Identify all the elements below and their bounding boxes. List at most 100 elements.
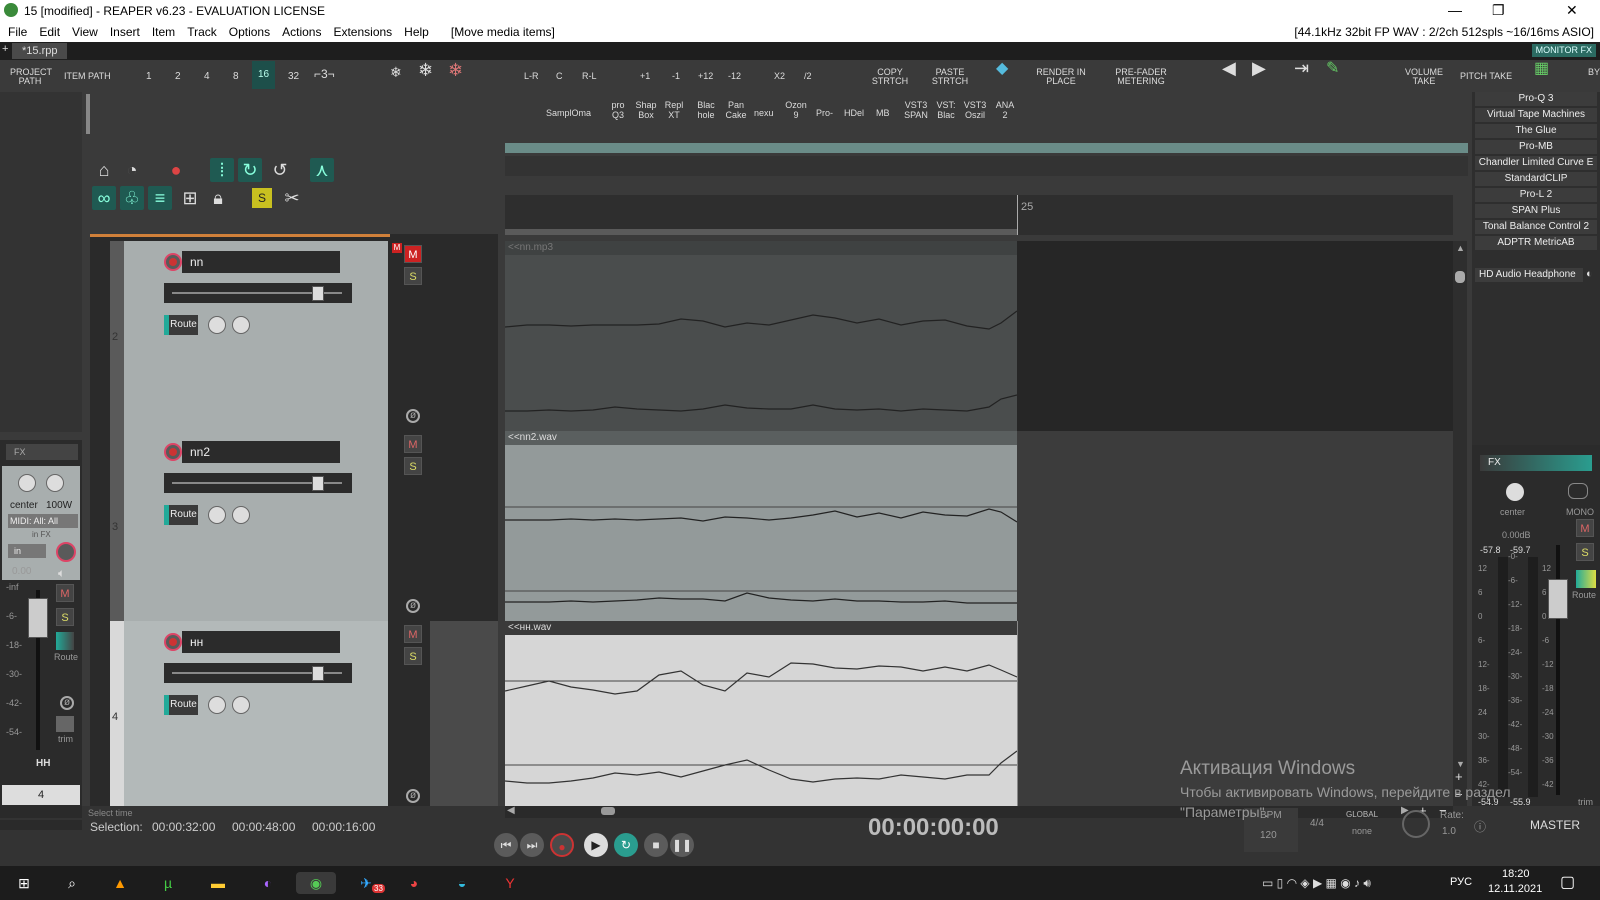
output-knob-icon[interactable]: ◐	[1586, 268, 1593, 280]
yandex-icon[interactable]: Y	[498, 872, 522, 894]
track-name[interactable]: nn	[182, 251, 340, 273]
link-icon[interactable]: ∞	[92, 186, 116, 210]
master-fx-button[interactable]: FX	[1480, 455, 1592, 471]
grid-2-button[interactable]: 2	[175, 72, 181, 82]
track-name[interactable]: нн	[182, 631, 340, 653]
plugin-span[interactable]: VST3 SPAN	[902, 100, 930, 120]
pre-fader-metering-button[interactable]: PRE-FADER METERING	[1112, 68, 1170, 86]
repeat-button[interactable]: ↻	[614, 833, 638, 857]
lock-icon[interactable]: 🔒︎	[206, 186, 230, 210]
fx-item[interactable]: StandardCLIP	[1475, 172, 1597, 186]
track-panel-nn[interactable]: 2 nn Route	[110, 241, 388, 431]
send-icon[interactable]: ⇥	[1294, 59, 1309, 77]
plugin-samploma[interactable]: SamplOma	[546, 108, 591, 118]
loop-icon[interactable]: ↻	[238, 158, 262, 182]
time-signature[interactable]: 4/4	[1310, 818, 1324, 829]
tray-icons[interactable]: ▭ ▯ ◠ ◈ ▶ ▦ ◉ ♪ 🔊︎	[1262, 876, 1371, 891]
fx-item[interactable]: Tonal Balance Control 2	[1475, 220, 1597, 234]
notifications-icon[interactable]: ▢	[1560, 872, 1575, 892]
go-to-end-button[interactable]: ⏭︎	[520, 833, 544, 857]
track-fx-button[interactable]: FX	[6, 444, 78, 460]
volume-fader[interactable]	[164, 663, 352, 683]
unfreeze-icon[interactable]: ❄	[448, 61, 463, 79]
speaker-icon[interactable]: 🔈︎	[58, 566, 65, 581]
pan-knob[interactable]	[208, 316, 226, 334]
pitch-plus12-button[interactable]: +12	[698, 72, 713, 81]
media-item-nn[interactable]: <<nn.mp3	[504, 241, 1018, 431]
monitor-fx-button[interactable]: MONITOR FX	[1531, 44, 1596, 57]
selection-length[interactable]: 00:00:16:00	[312, 820, 375, 834]
phase-icon[interactable]: ø	[406, 789, 420, 803]
fx-item[interactable]: Chandler Limited Curve E	[1475, 156, 1597, 170]
route-button[interactable]: Route	[164, 315, 198, 335]
pan-knob[interactable]	[208, 696, 226, 714]
master-route-icon[interactable]	[1576, 570, 1596, 588]
record-arm-icon[interactable]: ●	[164, 158, 188, 182]
h-scroll-thumb[interactable]	[601, 807, 615, 815]
rate-value[interactable]: 1.0	[1442, 826, 1456, 837]
pan-lr-button[interactable]: L-R	[524, 72, 539, 81]
selection-start[interactable]: 00:00:32:00	[152, 820, 215, 834]
reaper-taskbar-icon[interactable]: ◉	[296, 872, 336, 894]
record-arm-button[interactable]	[56, 542, 76, 562]
copy-stretch-button[interactable]: COPY STRTCH	[870, 68, 910, 86]
width-knob[interactable]	[46, 474, 64, 492]
solo-icon[interactable]: S	[252, 188, 272, 208]
item-path-button[interactable]: ITEM PATH	[64, 72, 111, 81]
fader-knob[interactable]	[312, 476, 324, 491]
bpm-value[interactable]: 120	[1260, 830, 1277, 841]
fx-item[interactable]: Virtual Tape Machines	[1475, 108, 1597, 122]
grid-8-button[interactable]: 8	[233, 72, 239, 82]
selection-end[interactable]: 00:00:48:00	[232, 820, 295, 834]
route-button[interactable]: Route	[164, 505, 198, 525]
mute-button[interactable]: M	[404, 245, 422, 263]
volume-fader[interactable]	[164, 283, 352, 303]
stop-button[interactable]: ■	[644, 833, 668, 857]
scroll-left-icon[interactable]: ◀	[507, 805, 515, 816]
start-icon[interactable]: ⊞	[12, 872, 36, 894]
plugin-blac[interactable]: VST: Blac	[934, 100, 958, 120]
plugin-ana2[interactable]: ANA 2	[994, 100, 1016, 120]
plugin-replxt[interactable]: Repl XT	[664, 100, 684, 120]
phase-icon[interactable]: ø	[60, 696, 74, 710]
project-path-button[interactable]: PROJECT PATH	[10, 68, 52, 86]
record-arm-button[interactable]	[164, 633, 182, 651]
plugin-mb[interactable]: MB	[876, 108, 890, 118]
fx-item[interactable]: Pro-Q 3	[1475, 92, 1597, 106]
plugin-oszil[interactable]: VST3 Oszil	[962, 100, 988, 120]
search-icon[interactable]: ⌕	[60, 872, 84, 894]
plugin-nexu[interactable]: nexu	[754, 108, 774, 118]
paste-stretch-button[interactable]: PASTE STRTCH	[930, 68, 970, 86]
track-name[interactable]: nn2	[182, 441, 340, 463]
record-arm-button[interactable]	[164, 253, 182, 271]
grid-16-button[interactable]: 16	[252, 61, 276, 89]
master-fader-knob[interactable]	[1548, 579, 1568, 619]
rate-x2-button[interactable]: X2	[774, 72, 785, 81]
close-button[interactable]: ✕	[1566, 2, 1578, 19]
language-indicator[interactable]: РУС	[1450, 876, 1472, 888]
midi-input-select[interactable]: MIDI: All: All	[8, 514, 78, 528]
triplet-icon[interactable]: ⌐3¬	[314, 68, 335, 80]
utorrent-icon[interactable]: µ	[156, 872, 180, 894]
menu-edit[interactable]: Edit	[39, 25, 60, 39]
solo-button[interactable]: S	[404, 457, 422, 475]
fx-item[interactable]: Pro-L 2	[1475, 188, 1597, 202]
clock-date[interactable]: 12.11.2021	[1488, 883, 1542, 895]
mute-button[interactable]: M	[404, 435, 422, 453]
fx-item[interactable]: ADPTR MetricAB	[1475, 236, 1597, 250]
mute-button[interactable]: M	[56, 584, 74, 602]
plugin-ozon9[interactable]: Ozon 9	[784, 100, 808, 120]
plugin-shapbox[interactable]: Shap Box	[634, 100, 658, 120]
fader-knob[interactable]	[312, 666, 324, 681]
menu-actions[interactable]: Actions	[282, 25, 321, 39]
vertical-scrollbar[interactable]: ▲ ▼ + −	[1453, 241, 1467, 806]
plugin-hdel[interactable]: HDel	[844, 108, 864, 118]
width-knob[interactable]	[232, 696, 250, 714]
play-button[interactable]: ▶	[584, 833, 608, 857]
input-select[interactable]: in	[8, 544, 46, 558]
menu-view[interactable]: View	[72, 25, 98, 39]
edge-icon[interactable]: ◒	[450, 872, 474, 894]
explorer-icon[interactable]: ▬	[206, 872, 230, 894]
width-knob[interactable]	[232, 316, 250, 334]
menu-track[interactable]: Track	[187, 25, 217, 39]
